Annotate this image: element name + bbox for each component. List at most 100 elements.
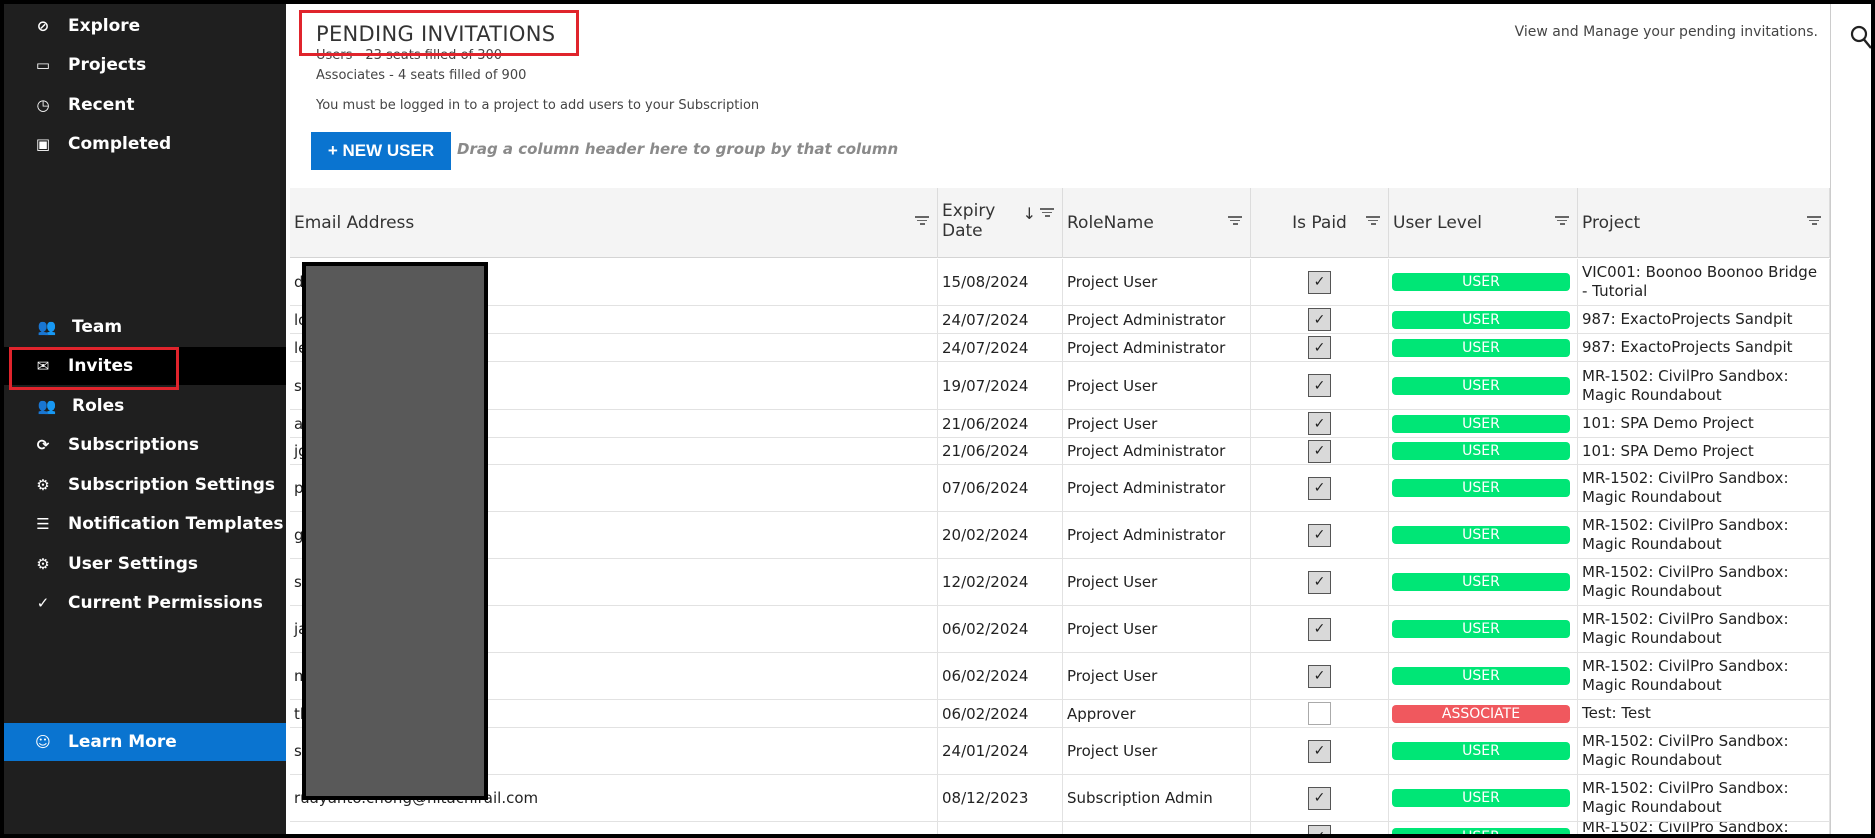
is-paid-checkbox[interactable]: ✓: [1308, 476, 1331, 500]
table-row[interactable]: sh u19/07/2024Project User✓USERMR-1502: …: [290, 362, 1830, 410]
project-cell-text: VIC001: Boonoo Boonoo Bridge - Tutorial: [1582, 263, 1818, 300]
is-paid-checkbox[interactable]: ✓: [1308, 336, 1331, 359]
table-row[interactable]: p 07/06/2024 Project Administrator ✓ USER MR-…: [290, 465, 1830, 512]
column-header-label: Is Paid: [1292, 213, 1347, 233]
is-paid-checkbox[interactable]: ✓: [1308, 786, 1331, 810]
clock-icon: ◷: [36, 96, 50, 114]
sidebar-item-notification-templates[interactable]: ☰ Notification Templates: [4, 505, 286, 543]
column-header-project[interactable]: Project: [1578, 188, 1830, 258]
sidebar-item-current-permissions[interactable]: ✓ Current Permissions: [4, 584, 286, 622]
is-paid-checkbox[interactable]: ✓: [1308, 412, 1331, 435]
column-header-email-address[interactable]: Email Address: [290, 188, 938, 258]
is-paid-checkbox[interactable]: ✓: [1308, 739, 1331, 763]
role-name-cell: Project User: [1063, 728, 1251, 774]
sidebar-item-team[interactable]: 👥 Team: [4, 308, 286, 346]
project-cell: MR-1502: CivilPro Sandbox: Magic Roundab…: [1578, 728, 1830, 774]
is-paid-cell: ✓: [1251, 775, 1389, 821]
is-paid-checkbox[interactable]: ✓: [1308, 308, 1331, 331]
user-level-cell: USER: [1389, 606, 1578, 652]
expiry-date-cell-text: 21/06/2024: [942, 414, 1029, 433]
sort-arrow-icon[interactable]: ↓: [1023, 204, 1036, 223]
is-paid-checkbox[interactable]: ✓: [1308, 439, 1331, 463]
learn-more-button[interactable]: ☺ Learn More: [4, 723, 286, 761]
table-row[interactable]: ✓ USER MR-1502: CivilPro Sandbox: Magic: [290, 822, 1830, 834]
table-row[interactable]: d 15/08/2024 Project User ✓ USER VIC001: Boon…: [290, 259, 1830, 306]
expiry-date-cell: 15/08/2024: [938, 259, 1063, 305]
filter-icon[interactable]: [1040, 206, 1054, 220]
column-header-expiry-date[interactable]: Expiry Date ↓: [938, 188, 1063, 258]
role-name-cell-text: Project Administrator: [1067, 442, 1226, 460]
is-paid-checkbox[interactable]: ✓: [1308, 570, 1331, 594]
table-row[interactable]: jg 21/06/2024 Project Administrator ✓ USER 10…: [290, 438, 1830, 465]
table-row[interactable]: g 20/02/2024 Project Administrator ✓ USER MR-…: [290, 512, 1830, 559]
is-paid-checkbox[interactable]: ✓: [1308, 617, 1331, 641]
sidebar-item-label: Roles: [72, 396, 125, 416]
expiry-date-cell: 06/02/2024: [938, 653, 1063, 699]
sidebar-item-subscription-settings[interactable]: ⚙ Subscription Settings: [4, 466, 286, 504]
table-row[interactable]: a 21/06/2024 Project User ✓ USER 101: SPA Dem…: [290, 410, 1830, 438]
sidebar-item-projects[interactable]: ▭ Projects: [4, 46, 286, 84]
table-row[interactable]: se12/02/2024Project User✓USERMR-1502: Ci…: [290, 559, 1830, 606]
is-paid-checkbox[interactable]: ✓: [1308, 664, 1331, 688]
sidebar-item-user-settings[interactable]: ⚙ User Settings: [4, 545, 286, 583]
sidebar-item-subscriptions[interactable]: ⟳ Subscriptions: [4, 426, 286, 464]
table-row[interactable]: le 24/07/2024 Project Administrator ✓ USER 98…: [290, 334, 1830, 362]
is-paid-checkbox[interactable]: ✓: [1308, 825, 1331, 834]
search-icon[interactable]: [1849, 24, 1875, 52]
sidebar-item-label: Subscriptions: [68, 435, 199, 455]
role-name-cell: Project Administrator: [1063, 465, 1251, 511]
is-paid-cell: ✓: [1251, 606, 1389, 652]
column-header-rolename[interactable]: RoleName: [1063, 188, 1251, 258]
is-paid-checkbox[interactable]: ✓: [1308, 523, 1331, 547]
project-cell-text: MR-1502: CivilPro Sandbox: Magic Roundab…: [1582, 366, 1789, 404]
folder-icon: ▭: [35, 56, 51, 74]
is-paid-checkbox[interactable]: [1308, 702, 1331, 725]
associates-seats-info: Associates - 4 seats filled of 900: [316, 68, 527, 83]
table-row[interactable]: lo 24/07/2024 Project Administrator ✓ USER 98…: [290, 306, 1830, 334]
role-name-cell-text: Project Administrator: [1067, 338, 1226, 357]
project-cell-text: MR-1502: CivilPro Sandbox: Magic Roundab…: [1582, 732, 1789, 769]
column-header-is-paid[interactable]: Is Paid: [1251, 188, 1389, 258]
user-level-badge: USER: [1392, 338, 1570, 357]
is-paid-cell: ✓: [1251, 465, 1389, 511]
filter-icon[interactable]: [915, 214, 929, 228]
list-indent-icon: ☰: [36, 515, 50, 533]
user-level-cell: USER: [1389, 822, 1578, 834]
table-row[interactable]: m06/02/2024Project User✓USERMR-1502: Civ…: [290, 653, 1830, 700]
role-name-cell-text: Project Administrator: [1067, 479, 1226, 497]
expiry-date-cell-text: 06/02/2024: [942, 620, 1029, 638]
sidebar-item-explore[interactable]: ⊘ Explore: [4, 7, 286, 45]
filter-icon[interactable]: [1807, 214, 1821, 228]
login-note: You must be logged in to a project to ad…: [316, 98, 760, 113]
sidebar-item-roles[interactable]: 👥 Roles: [4, 387, 286, 425]
table-row[interactable]: ja 06/02/2024 Project User ✓ USER MR-1502: Ci…: [290, 606, 1830, 653]
table-row[interactable]: ruayanto.chong@hitachirail.com08/12/2023…: [290, 775, 1830, 822]
is-paid-checkbox[interactable]: ✓: [1308, 374, 1331, 397]
filter-icon[interactable]: [1366, 214, 1380, 228]
group-by-drop-zone[interactable]: Drag a column header here to group by th…: [457, 140, 898, 158]
project-cell-text: MR-1502: CivilPro Sandbox: Magic Roundab…: [1582, 516, 1789, 553]
people-icon: 👥: [37, 318, 57, 336]
is-paid-checkbox[interactable]: ✓: [1308, 270, 1331, 294]
column-header-label: User Level: [1393, 213, 1483, 233]
user-level-badge: USER: [1392, 479, 1570, 497]
filter-icon[interactable]: [1555, 214, 1569, 228]
project-cell: 987: ExactoProjects Sandpit: [1578, 306, 1830, 333]
sidebar-item-completed[interactable]: ▣ Completed: [4, 125, 286, 163]
new-user-button[interactable]: + NEW USER: [311, 132, 451, 170]
filter-icon[interactable]: [1228, 214, 1242, 228]
sidebar-item-label: Current Permissions: [68, 593, 263, 613]
project-cell: 101: SPA Demo Project: [1578, 410, 1830, 437]
sidebar-item-label: User Settings: [68, 554, 198, 574]
user-level-cell: USER: [1389, 728, 1578, 774]
table-row[interactable]: th06/02/2024ApproverASSOCIATETest: Test: [290, 700, 1830, 728]
project-cell: MR-1502: CivilPro Sandbox: Magic Roundab…: [1578, 775, 1830, 821]
project-cell: Test: Test: [1578, 700, 1830, 727]
project-cell: 101: SPA Demo Project: [1578, 438, 1830, 464]
user-level-badge: USER: [1392, 742, 1570, 760]
expiry-date-cell-text: 21/06/2024: [942, 442, 1029, 460]
table-row[interactable]: st 24/01/2024 Project User ✓ USER MR-1502: Ci…: [290, 728, 1830, 775]
expiry-date-cell: 12/02/2024: [938, 559, 1063, 605]
column-header-user-level[interactable]: User Level: [1389, 188, 1578, 258]
sidebar-item-recent[interactable]: ◷ Recent: [4, 86, 286, 124]
